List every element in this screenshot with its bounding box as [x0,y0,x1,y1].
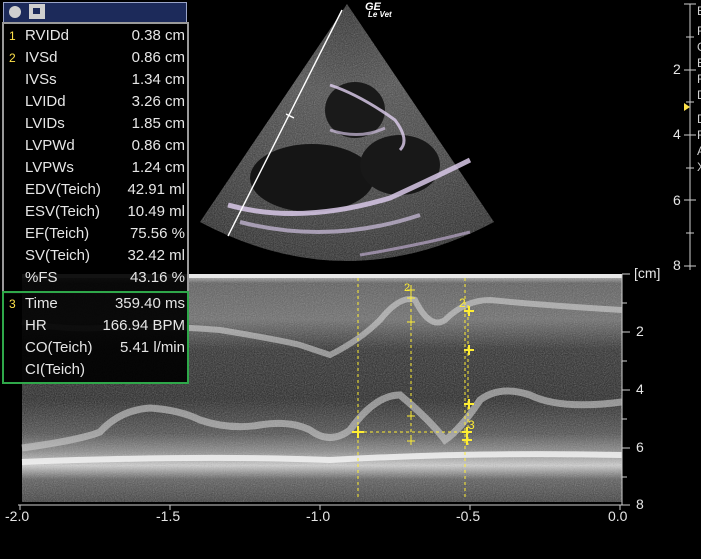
measurement-value: 0.86 cm [131,137,185,154]
measurement-label: IVSd [25,49,58,66]
depth-2d-label: 4 [673,126,681,142]
measurement-value: 43.16 % [129,269,185,286]
side-label: D [697,112,701,126]
measurement-label: LVIDs [25,115,65,132]
measurement-label: LVPWd [25,137,75,154]
depth-2d-label: 2 [673,61,681,77]
measurement-row[interactable]: LVIDd 3.26 cm [4,91,187,113]
measurement-label: %FS [25,269,58,286]
measurement-value: 0.38 cm [131,27,185,44]
measurement-label: LVIDd [25,93,66,110]
panel-toolbar [3,2,187,23]
measurement-label: CO(Teich) [25,339,93,356]
measurement-label: Time [25,295,58,312]
measurement-value: 0.86 cm [131,49,185,66]
side-label: G [697,40,701,54]
depth-scale-mmode [621,273,630,506]
caliper-marker: 2 [404,282,411,294]
measurement-row[interactable]: LVPWd 0.86 cm [4,135,187,157]
measurement-label: LVPWs [25,159,74,176]
measurement-row[interactable]: %FS 43.16 % [4,267,187,289]
depth-mmode-label: 6 [636,439,644,455]
depth-unit-label: [cm] [634,265,661,281]
measurement-row[interactable]: LVIDs 1.85 cm [4,113,187,135]
side-label: F [697,128,701,142]
measurement-value: 3.26 cm [131,93,185,110]
measurement-index: 1 [9,29,16,43]
measurement-label: SV(Teich) [25,247,91,264]
measurement-label: EDV(Teich) [25,181,101,198]
measurement-value: 1.24 cm [131,159,185,176]
caliper-marker: 3 [468,418,475,432]
measurement-label: ESV(Teich) [25,203,101,220]
side-label: D [697,88,701,102]
measurement-row[interactable]: 3 Time 359.40 ms [4,293,187,315]
measurement-value: 5.41 l/min [119,339,185,356]
measurement-label: RVIDd [25,27,69,44]
side-label: X [697,160,701,174]
side-label: B [697,4,701,18]
measurement-row[interactable]: LVPWs 1.24 cm [4,157,187,179]
time-axis-label: -2.0 [5,508,30,524]
measurement-value: 359.40 ms [114,295,185,312]
measurement-row[interactable]: CI(Teich) [4,359,187,381]
measurement-panel-hr: 3 Time 359.40 ms HR 166.94 BPM CO(Teich)… [2,291,189,384]
measurement-index: 2 [9,51,16,65]
measurement-row[interactable]: HR 166.94 BPM [4,315,187,337]
measurement-row[interactable]: 2 IVSd 0.86 cm [4,47,187,69]
side-label: F [697,72,701,86]
measurement-value: 75.56 % [129,225,185,242]
measurement-label: IVSs [25,71,57,88]
measurement-value: 1.34 cm [131,71,185,88]
caliper-marker: 2 [459,296,466,310]
brand-subtitle: Le Vet [368,10,392,19]
measurement-row[interactable]: 1 RVIDd 0.38 cm [4,25,187,47]
measurement-panel-lv: 1 RVIDd 0.38 cm 2 IVSd 0.86 cm IVSs 1.34… [2,22,189,294]
measurement-value: 42.91 ml [127,181,185,198]
depth-2d-label: 8 [673,257,681,273]
measurement-label: EF(Teich) [25,225,90,242]
measurement-row[interactable]: SV(Teich) 32.42 ml [4,245,187,267]
measurement-value: 10.49 ml [127,203,185,220]
side-label: E [697,56,701,70]
side-label: A [697,144,701,158]
side-label: F [697,24,701,38]
camera-icon[interactable] [29,4,45,19]
depth-mmode-label: 4 [636,381,644,397]
measurement-label: CI(Teich) [25,361,86,378]
measurement-row[interactable]: EDV(Teich) 42.91 ml [4,179,187,201]
time-axis-label: -1.0 [306,508,331,524]
measurement-row[interactable]: ESV(Teich) 10.49 ml [4,201,187,223]
measurement-row[interactable]: EF(Teich) 75.56 % [4,223,187,245]
depth-scale-2d [684,3,696,270]
measurement-index: 3 [9,297,16,311]
measurement-value: 166.94 BPM [102,317,185,334]
depth-mmode-label: 8 [636,496,644,512]
sector-image [200,4,494,261]
depth-mmode-label: 2 [636,323,644,339]
record-icon[interactable] [9,6,21,18]
measurement-row[interactable]: IVSs 1.34 cm [4,69,187,91]
time-axis-label: -1.5 [156,508,181,524]
measurement-label: HR [25,317,47,334]
time-axis-label: 0.0 [608,508,628,524]
depth-2d-label: 6 [673,192,681,208]
measurement-value: 1.85 cm [131,115,185,132]
time-axis-label: -0.5 [456,508,481,524]
measurement-row[interactable]: CO(Teich) 5.41 l/min [4,337,187,359]
measurement-value: 32.42 ml [127,247,185,264]
